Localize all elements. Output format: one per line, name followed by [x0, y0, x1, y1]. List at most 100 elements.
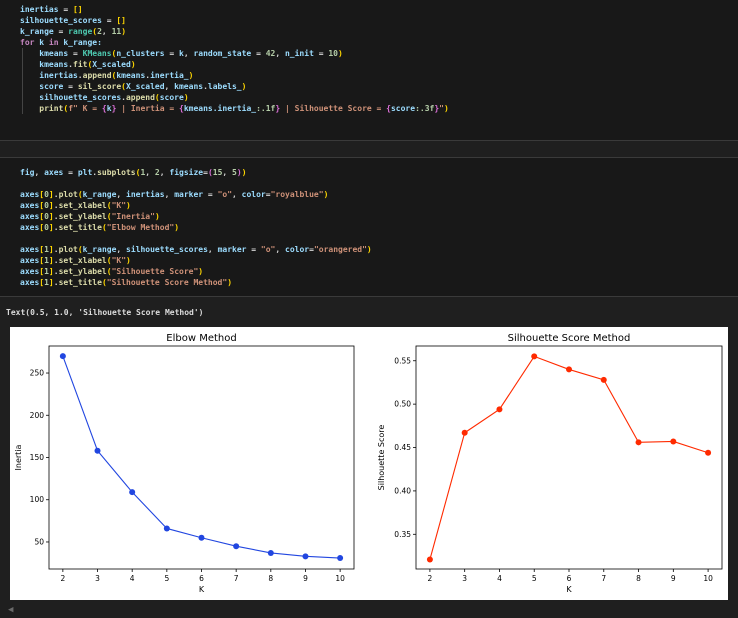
code-token: score — [159, 93, 184, 102]
code-token: axes — [20, 278, 40, 287]
code-token: fig — [20, 168, 35, 177]
x-tick-label: 7 — [601, 574, 606, 583]
x-tick-label: 9 — [303, 574, 308, 583]
code-token: | Silhouette Score = — [280, 104, 387, 113]
data-point — [496, 406, 503, 413]
data-point — [163, 525, 170, 532]
code-token: color — [241, 190, 266, 199]
scroll-left-arrow-icon[interactable]: ◀ — [8, 605, 13, 615]
code-token: set_xlabel — [58, 201, 107, 210]
code-token: [] — [116, 16, 126, 25]
code-token: ) — [444, 104, 449, 113]
y-tick-label: 0.45 — [394, 443, 411, 452]
y-axis-label: Inertia — [14, 444, 23, 470]
code-token: axes — [20, 212, 40, 221]
y-tick-label: 0.50 — [394, 400, 411, 409]
y-tick-label: 150 — [30, 453, 45, 462]
code-token: ) — [337, 49, 343, 58]
y-tick-label: 200 — [30, 411, 45, 420]
code-token: ) — [188, 71, 194, 80]
code-token: k_range — [82, 190, 117, 199]
code-token: ) — [154, 212, 160, 221]
code-token: = — [63, 168, 78, 177]
code-token: "Silhouette Score" — [111, 267, 199, 276]
horizontal-scrollbar[interactable]: ◀ — [0, 603, 738, 618]
code-line: axes[0].set_xlabel("K") — [20, 200, 372, 211]
code-token: inertias — [20, 5, 59, 14]
chart-silhouette: Silhouette Score Method 2 3 4 5 6 7 8 9 10 0.35 0.4… — [377, 333, 723, 594]
code-token: print — [20, 104, 64, 113]
code-token: , — [164, 82, 175, 91]
code-token: append — [82, 71, 112, 80]
code-token: = — [246, 245, 261, 254]
code-token: ) — [126, 201, 131, 210]
code-token: ) — [174, 223, 180, 232]
code-token: ) — [183, 93, 189, 102]
code-token: set_title — [58, 223, 102, 232]
x-tick-label: 2 — [428, 574, 433, 583]
x-tick-label: 4 — [497, 574, 502, 583]
code-token: , — [116, 190, 127, 199]
code-line: score = sil_score(X_scaled, kmeans.label… — [20, 81, 449, 92]
code-line: print(f" K = {k} | Inertia = {kmeans.ine… — [20, 103, 449, 114]
code-token: ) — [130, 60, 136, 69]
code-token: ) — [227, 278, 233, 287]
code-token: append — [125, 93, 155, 102]
x-tick-label: 7 — [234, 574, 239, 583]
code-token: subplots — [97, 168, 136, 177]
code-token: KMeans — [82, 49, 112, 58]
code-editor[interactable]: inertias = [] silhouette_scores = [] k_ran… — [20, 4, 449, 114]
code-token: plt — [77, 168, 93, 177]
series-line — [429, 355, 709, 560]
code-line: axes[0].set_ylabel("Inertia") — [20, 211, 372, 222]
x-axis-label: K — [566, 585, 572, 594]
code-token: figsize — [169, 168, 204, 177]
y-tick-label: 50 — [34, 537, 44, 546]
code-token: ) — [126, 256, 131, 265]
code-token: ) — [366, 245, 372, 254]
code-token: f" K = — [68, 104, 102, 113]
code-editor[interactable]: fig, axes = plt.subplots(1, 2, figsize=(… — [20, 167, 372, 288]
code-token: = — [313, 49, 329, 58]
code-cell-plot[interactable]: fig, axes = plt.subplots(1, 2, figsize=(… — [0, 157, 738, 297]
code-token: fit — [73, 60, 88, 69]
data-point — [635, 439, 642, 446]
code-token: n_clusters — [116, 49, 165, 58]
data-point — [600, 376, 607, 383]
code-token: = — [203, 190, 218, 199]
code-line: axes[1].set_title("Silhouette Score Meth… — [20, 277, 372, 288]
code-token: axes — [20, 190, 40, 199]
series-line — [62, 355, 341, 559]
code-token: k — [34, 38, 49, 47]
code-token: kmeans.inertia_ — [183, 104, 257, 113]
code-token: axes — [44, 168, 64, 177]
code-token: , — [101, 27, 112, 36]
cell-output-text: Text(0.5, 1.0, 'Silhouette Score Method'… — [6, 308, 204, 317]
y-tick-label: 100 — [30, 495, 45, 504]
data-point — [337, 555, 344, 562]
code-token: ) — [121, 27, 127, 36]
code-token: n_init — [284, 49, 314, 58]
x-tick-label: 5 — [164, 574, 169, 583]
data-point — [94, 447, 101, 454]
code-token: , — [116, 245, 127, 254]
code-token: [] — [72, 5, 83, 14]
code-token: "Silhouette Score Method" — [106, 278, 228, 287]
code-token: , — [159, 168, 170, 177]
code-line: inertias = [] — [20, 4, 449, 15]
data-point — [566, 366, 572, 373]
code-token: k_range: — [58, 38, 102, 47]
code-token: axes — [20, 245, 40, 254]
code-line: axes[0].plot(k_range, inertias, marker =… — [20, 189, 372, 200]
x-tick-label: 8 — [268, 574, 273, 583]
code-token: :.3f — [415, 104, 435, 113]
code-line: silhouette_scores = [] — [20, 15, 449, 26]
y-tick-label: 250 — [30, 369, 45, 378]
code-cell-kmeans-loop[interactable]: inertias = [] silhouette_scores = [] k_ran… — [0, 0, 738, 141]
code-token: plot — [58, 245, 78, 254]
code-token: silhouette_scores — [126, 245, 208, 254]
y-axis-label: Silhouette Score — [377, 425, 386, 491]
code-token: | Inertia = — [116, 104, 180, 113]
